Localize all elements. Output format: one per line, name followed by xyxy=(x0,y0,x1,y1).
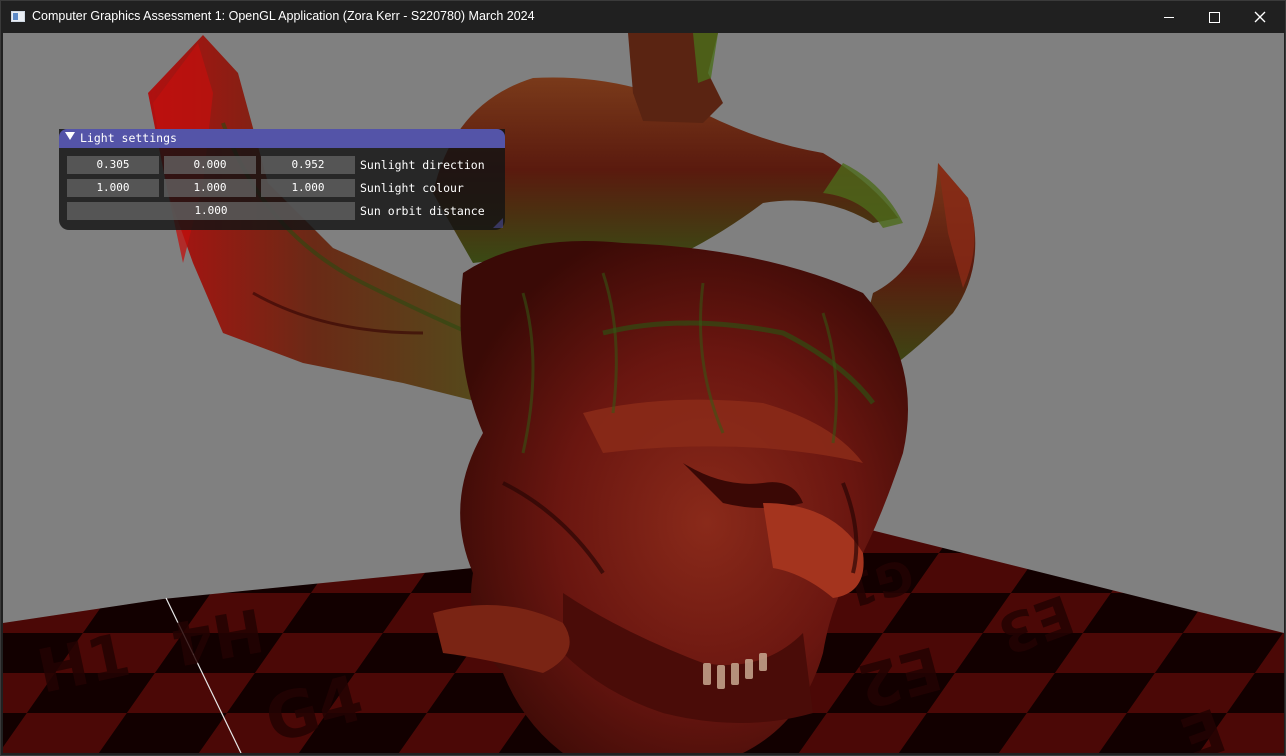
sunlight-direction-label: Sunlight direction xyxy=(360,158,485,172)
sun-orbit-distance-label: Sun orbit distance xyxy=(360,204,485,218)
light-settings-title: Light settings xyxy=(80,131,177,145)
minimize-button[interactable] xyxy=(1146,1,1192,33)
window-title: Computer Graphics Assessment 1: OpenGL A… xyxy=(32,9,535,23)
collapse-arrow-icon[interactable] xyxy=(65,132,75,140)
sunlight-colour-label: Sunlight colour xyxy=(360,181,464,195)
minimize-icon xyxy=(1164,16,1174,18)
light-settings-header[interactable]: Light settings xyxy=(59,129,505,148)
sunlight-direction-x-field[interactable]: 0.305 xyxy=(67,156,159,174)
maximize-icon xyxy=(1208,11,1220,23)
sunlight-direction-y-field[interactable]: 0.000 xyxy=(164,156,256,174)
close-button[interactable] xyxy=(1237,1,1283,33)
sunlight-colour-b-field[interactable]: 1.000 xyxy=(261,179,355,197)
sunlight-colour-g-field[interactable]: 1.000 xyxy=(164,179,256,197)
sunlight-colour-r-field[interactable]: 1.000 xyxy=(67,179,159,197)
title-bar[interactable]: Computer Graphics Assessment 1: OpenGL A… xyxy=(1,1,1285,33)
app-window-icon xyxy=(11,11,25,22)
sun-orbit-distance-field[interactable]: 1.000 xyxy=(67,202,355,220)
application-window: Computer Graphics Assessment 1: OpenGL A… xyxy=(0,0,1286,756)
maximize-button[interactable] xyxy=(1191,1,1237,33)
light-settings-panel[interactable]: Light settings 0.305 0.000 0.952 Sunligh… xyxy=(59,129,505,230)
sunlight-direction-z-field[interactable]: 0.952 xyxy=(261,156,355,174)
panel-resize-grip[interactable] xyxy=(493,218,503,228)
close-icon xyxy=(1254,11,1266,23)
